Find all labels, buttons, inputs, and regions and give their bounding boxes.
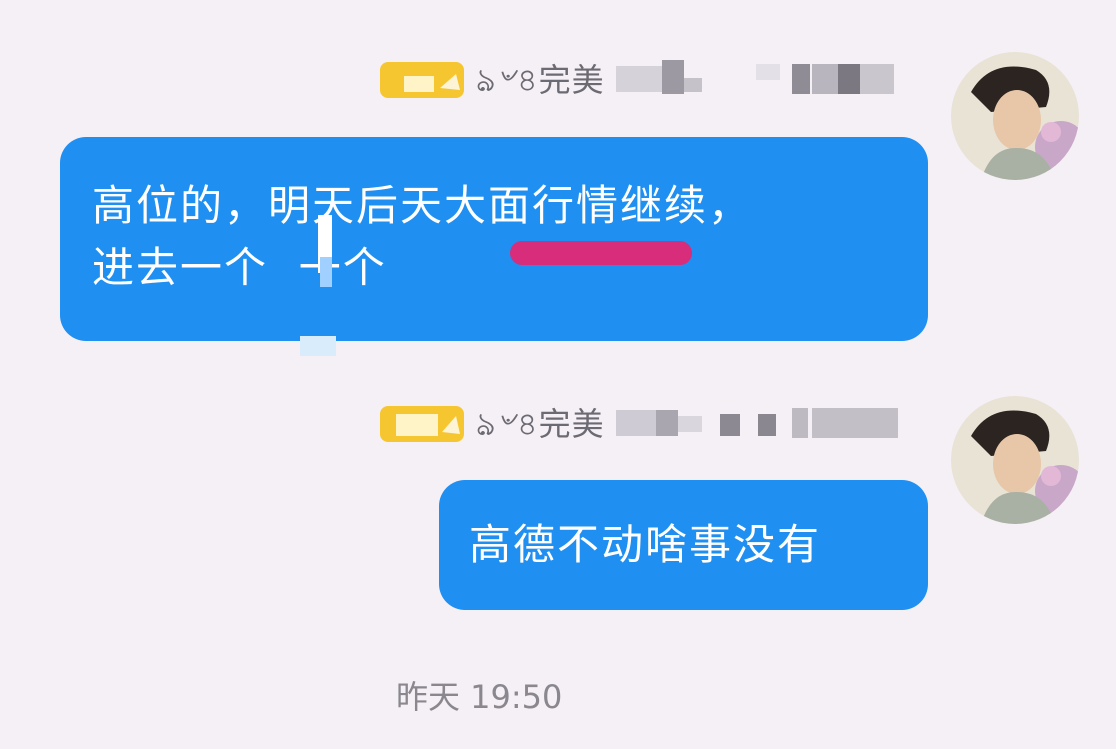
- user-avatar-photo-icon: [951, 52, 1079, 180]
- message-bubble[interactable]: 高位的，明天后天大面行情继续， 进去一个 一个: [60, 137, 928, 341]
- highlight-mark: [510, 241, 692, 265]
- message-bubble[interactable]: 高德不动啥事没有: [439, 480, 928, 610]
- avatar[interactable]: [951, 396, 1079, 524]
- sender-name[interactable]: ঌ৺৪完美: [476, 58, 605, 102]
- level-badge-icon: [380, 402, 464, 446]
- message-text: 高位的，明天后天大面行情继续， 进去一个 一个: [92, 181, 753, 292]
- message-text: 高德不动啥事没有: [469, 520, 822, 569]
- redacted-mark: [320, 257, 332, 287]
- redacted-mark: [300, 336, 336, 356]
- sender-row: ঌ৺৪完美: [380, 58, 894, 102]
- level-badge-icon: [380, 58, 464, 102]
- user-avatar-photo-icon: [951, 396, 1079, 524]
- timestamp: 昨天 19:50: [396, 678, 563, 716]
- sender-row: ঌ৺৪完美: [380, 402, 898, 446]
- avatar[interactable]: [951, 52, 1079, 180]
- redacted-name: [606, 402, 926, 446]
- sender-name[interactable]: ঌ৺৪完美: [476, 402, 605, 446]
- redacted-name: [606, 58, 926, 102]
